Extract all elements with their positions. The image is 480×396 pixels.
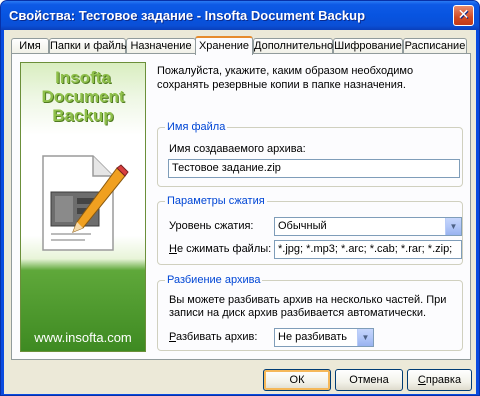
- close-icon: ✕: [457, 7, 470, 23]
- tab-schedule[interactable]: Расписание: [403, 38, 467, 54]
- split-archive-group: Разбиение архива Вы можете разбивать арх…: [157, 274, 463, 351]
- tab-storage[interactable]: Хранение: [195, 36, 253, 55]
- chevron-down-icon[interactable]: ▼: [357, 329, 373, 346]
- help-button[interactable]: Справка: [407, 369, 472, 391]
- archive-name-label: Имя создаваемого архива:: [169, 143, 306, 155]
- tab-name[interactable]: Имя: [11, 38, 49, 54]
- no-compress-label-text: е сжимать файлы:: [176, 243, 272, 255]
- split-archive-select[interactable]: Не разбивать ▼: [274, 328, 374, 347]
- file-name-group: Имя файла Имя создаваемого архива: Тесто…: [157, 121, 463, 187]
- compression-group: Параметры сжатия Уровень сжатия: Обычный…: [157, 195, 463, 265]
- compression-level-value: Обычный: [278, 220, 327, 232]
- properties-dialog: Свойства: Тестовое задание - Insofta Doc…: [0, 0, 480, 396]
- tab-encryption[interactable]: Шифрование: [333, 38, 403, 54]
- document-with-pencil-icon: [42, 155, 129, 251]
- file-name-group-title: Имя файла: [165, 121, 228, 134]
- website-url: www.insofta.com: [34, 330, 132, 345]
- title-bar[interactable]: Свойства: Тестовое задание - Insofta Doc…: [1, 1, 479, 30]
- split-description: Вы можете разбивать архив на несколько ч…: [169, 294, 447, 319]
- help-button-mnemonic: С: [417, 374, 426, 386]
- ok-button[interactable]: ОК: [263, 369, 331, 391]
- product-logo: Insofta Document Backup: [21, 68, 145, 125]
- intro-text: Пожалуйста, укажите, каким образом необх…: [157, 65, 414, 91]
- dialog-client-area: Имя Папки и файлы Назначение Хранение До…: [4, 30, 476, 394]
- split-archive-label-text: азбивать архив:: [175, 331, 258, 343]
- product-banner: Insofta Document Backup www.insofta.com: [20, 62, 146, 352]
- split-archive-label-mnemonic: Р: [169, 331, 176, 343]
- compression-group-title: Параметры сжатия: [165, 195, 267, 208]
- tab-advanced[interactable]: Дополнительно: [253, 38, 333, 54]
- logo-line-3: Backup: [52, 106, 114, 125]
- chevron-down-icon[interactable]: ▼: [445, 218, 461, 235]
- window-title: Свойства: Тестовое задание - Insofta Doc…: [9, 8, 366, 23]
- compression-level-select[interactable]: Обычный ▼: [274, 217, 462, 236]
- compression-level-label: Уровень сжатия:: [169, 220, 254, 232]
- no-compress-input[interactable]: *.jpg; *.mp3; *.arc; *.cab; *.rar; *.zip…: [274, 240, 462, 259]
- logo-line-2: Document: [41, 87, 125, 106]
- cancel-button[interactable]: Отмена: [335, 369, 403, 391]
- no-compress-label: Не сжимать файлы:: [169, 243, 271, 256]
- tab-strip: Имя Папки и файлы Назначение Хранение До…: [11, 36, 471, 55]
- close-button[interactable]: ✕: [453, 5, 474, 26]
- help-button-text: правка: [425, 374, 462, 386]
- tab-folders-files[interactable]: Папки и файлы: [49, 38, 129, 54]
- split-archive-group-title: Разбиение архива: [165, 274, 263, 287]
- split-archive-label: Разбивать архив:: [169, 331, 257, 344]
- tab-destination[interactable]: Назначение: [126, 38, 196, 54]
- storage-tab-pane: Insofta Document Backup www.insofta.com …: [11, 53, 471, 360]
- archive-name-input[interactable]: Тестовое задание.zip: [168, 159, 460, 178]
- split-archive-value: Не разбивать: [278, 331, 347, 343]
- no-compress-label-mnemonic: Н: [169, 243, 177, 255]
- logo-line-1: Insofta: [55, 68, 111, 87]
